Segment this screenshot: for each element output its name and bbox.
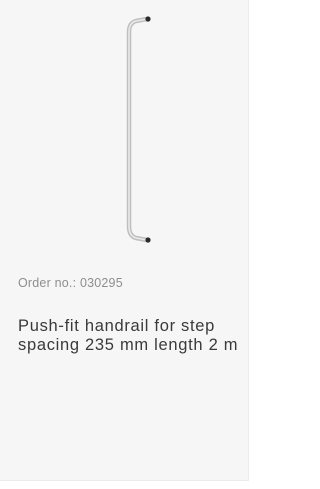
product-title[interactable]: Push-fit handrail for step spacing 235 m… [18, 317, 246, 355]
order-number: Order no.: 030295 [18, 276, 123, 290]
handrail-product-image[interactable] [0, 0, 249, 258]
product-card[interactable]: Order no.: 030295 Push-fit handrail for … [0, 0, 249, 481]
